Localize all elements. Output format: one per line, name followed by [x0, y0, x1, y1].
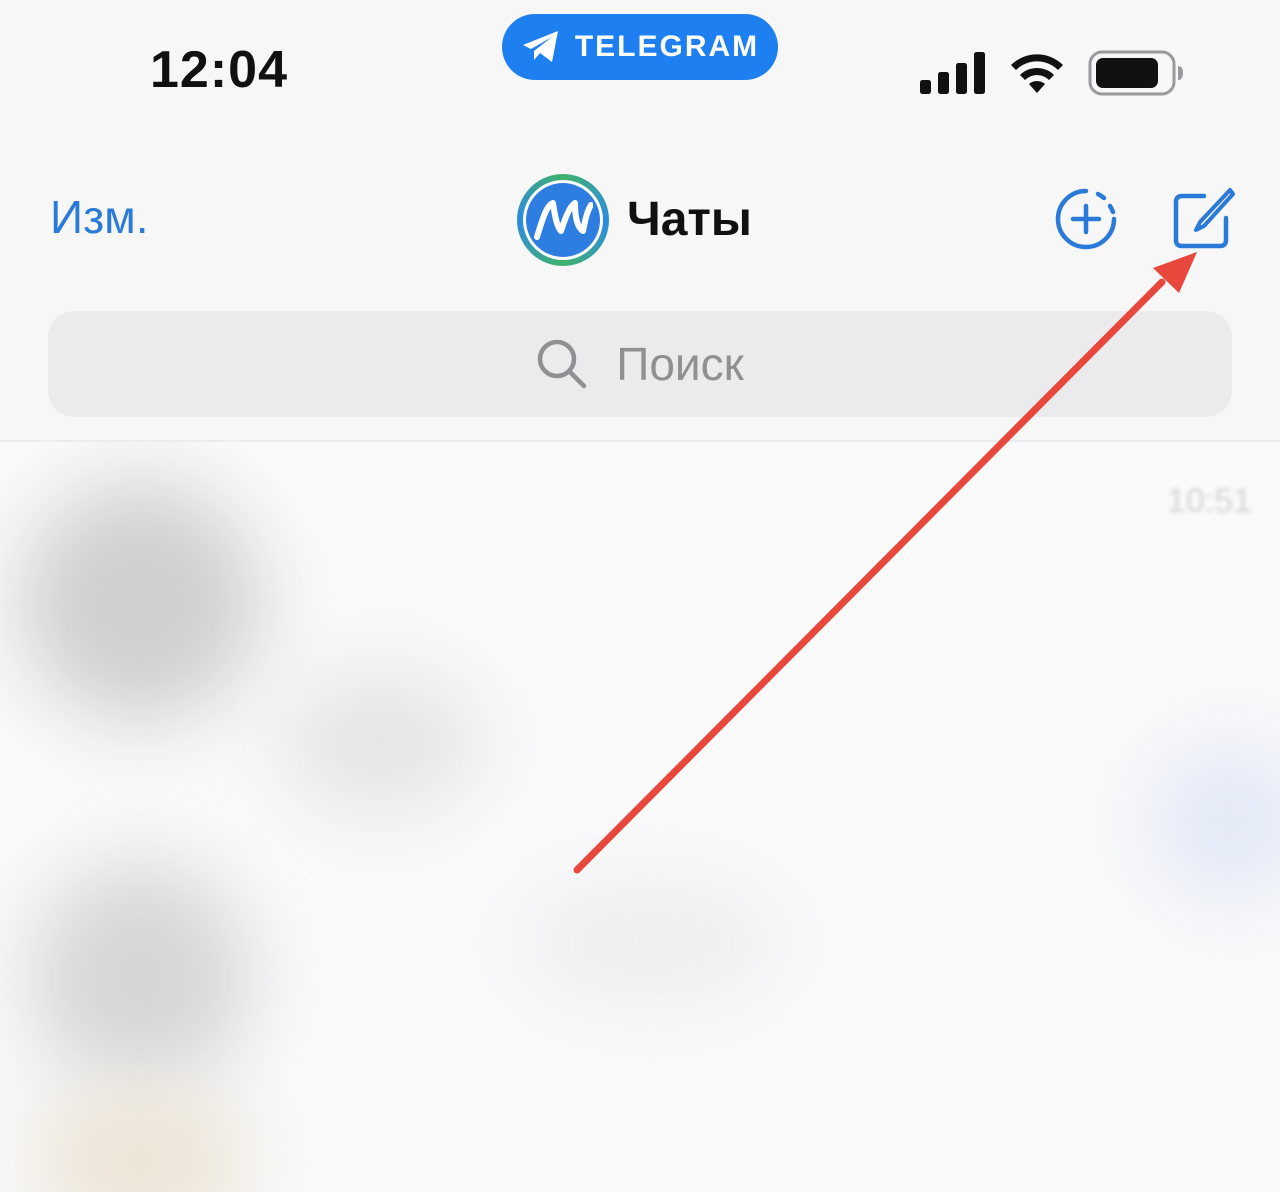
telegram-chats-screen: 12:04 TELEGRAM Изм. Чаты Поиск 10:51: [0, 0, 1280, 1192]
edit-button[interactable]: Изм.: [50, 194, 149, 240]
status-time: 12:04: [150, 41, 288, 99]
status-bar: 12:04 TELEGRAM: [0, 0, 1280, 130]
blurred-avatar: [30, 1082, 250, 1192]
status-icons: [920, 50, 1184, 96]
search-icon: [538, 339, 587, 389]
chat-list[interactable]: 10:51: [0, 442, 1280, 1192]
avatar-logo-icon: [534, 200, 593, 240]
blurred-avatar: [30, 862, 250, 1092]
search-input[interactable]: Поиск: [48, 311, 1232, 417]
blurred-text-block: [280, 672, 480, 812]
wifi-icon: [1011, 54, 1063, 93]
signal-icon: [920, 52, 985, 94]
page-title: Чаты: [627, 193, 752, 246]
app-pill-label: TELEGRAM: [574, 30, 760, 63]
battery-icon: [1088, 50, 1183, 96]
telegram-app-pill[interactable]: TELEGRAM: [502, 14, 778, 80]
compose-icon[interactable]: [1170, 186, 1236, 252]
chat-time: 10:51: [1166, 482, 1252, 520]
blurred-badge: [1150, 742, 1280, 902]
telegram-plane-icon: [522, 31, 558, 62]
add-story-icon[interactable]: [1055, 188, 1117, 250]
user-avatar[interactable]: [517, 174, 609, 266]
search-placeholder: Поиск: [616, 338, 744, 390]
blurred-avatar: [20, 482, 260, 722]
nav-title-group: Чаты: [517, 174, 752, 266]
blurred-text-block: [520, 882, 780, 1002]
arrow-head: [1153, 252, 1197, 293]
